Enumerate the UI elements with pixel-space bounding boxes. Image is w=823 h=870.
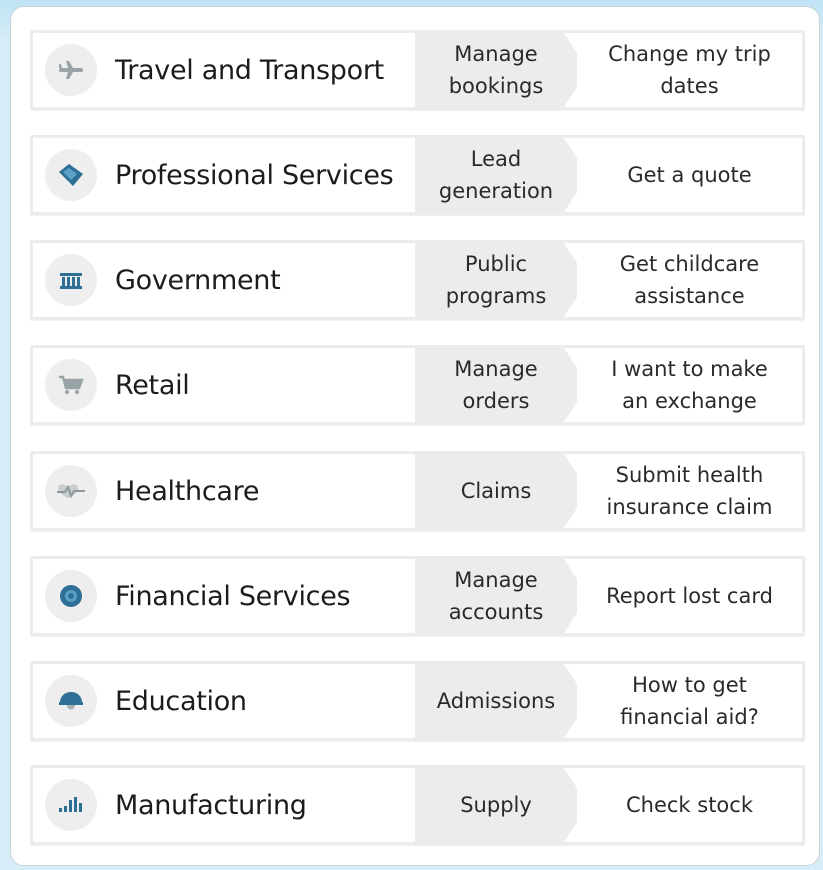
airplane-icon	[45, 44, 97, 96]
heartbeat-icon	[45, 465, 97, 517]
scenario-cell: Admissions	[436, 689, 556, 713]
industry-label: Travel and Transport	[115, 54, 384, 86]
row-financial-services: Financial Services Manage accounts Repor…	[30, 556, 805, 636]
row-professional-services: Professional Services Lead generation Ge…	[30, 135, 805, 215]
industry-cell: Manufacturing	[33, 768, 415, 842]
row-manufacturing: Manufacturing Supply Check stock	[30, 765, 805, 845]
scenario-cell: Manage orders	[454, 357, 538, 413]
shopping-cart-icon	[45, 359, 97, 411]
industry-cell: Professional Services	[33, 138, 415, 212]
industry-cell: Retail	[33, 348, 415, 422]
factory-chart-icon	[45, 779, 97, 831]
industry-label: Professional Services	[115, 159, 394, 191]
government-building-icon	[45, 254, 97, 306]
industry-label: Education	[115, 685, 247, 717]
scenario-cell: Claims	[460, 479, 532, 503]
industry-cell: Healthcare	[33, 454, 415, 528]
scenario-cell: Public programs	[445, 252, 547, 308]
industry-cell: Government	[33, 243, 415, 317]
industry-label: Manufacturing	[115, 789, 307, 821]
industry-label: Government	[115, 264, 281, 296]
example-cell: Get a quote	[564, 138, 802, 212]
scenario-cell: Supply	[460, 793, 532, 817]
example-cell: I want to make an exchange	[564, 348, 802, 422]
scenario-cell: Manage accounts	[448, 568, 544, 624]
coin-icon	[45, 570, 97, 622]
row-government: Government Public programs Get childcare…	[30, 240, 805, 320]
example-cell: Report lost card	[564, 559, 802, 633]
scenario-cell: Manage bookings	[448, 42, 544, 98]
row-retail: Retail Manage orders I want to make an e…	[30, 345, 805, 425]
scenario-cell: Lead generation	[438, 147, 554, 203]
industry-cell: Financial Services	[33, 559, 415, 633]
industry-label: Financial Services	[115, 580, 351, 612]
industry-cell: Travel and Transport	[33, 33, 415, 107]
industry-label: Retail	[115, 369, 190, 401]
row-education: Education Admissions How to get financia…	[30, 661, 805, 741]
industry-cell: Education	[33, 664, 415, 738]
industry-label: Healthcare	[115, 475, 260, 507]
graduation-cap-icon	[45, 675, 97, 727]
row-travel: Travel and Transport Manage bookings Cha…	[30, 30, 805, 110]
example-cell: Check stock	[564, 768, 802, 842]
example-cell: Get childcare assistance	[564, 243, 802, 317]
example-cell: How to get financial aid?	[564, 664, 802, 738]
example-cell: Change my trip dates	[564, 33, 802, 107]
handshake-icon	[45, 149, 97, 201]
row-healthcare: Healthcare Claims Submit health insuranc…	[30, 451, 805, 531]
example-cell: Submit health insurance claim	[564, 454, 802, 528]
